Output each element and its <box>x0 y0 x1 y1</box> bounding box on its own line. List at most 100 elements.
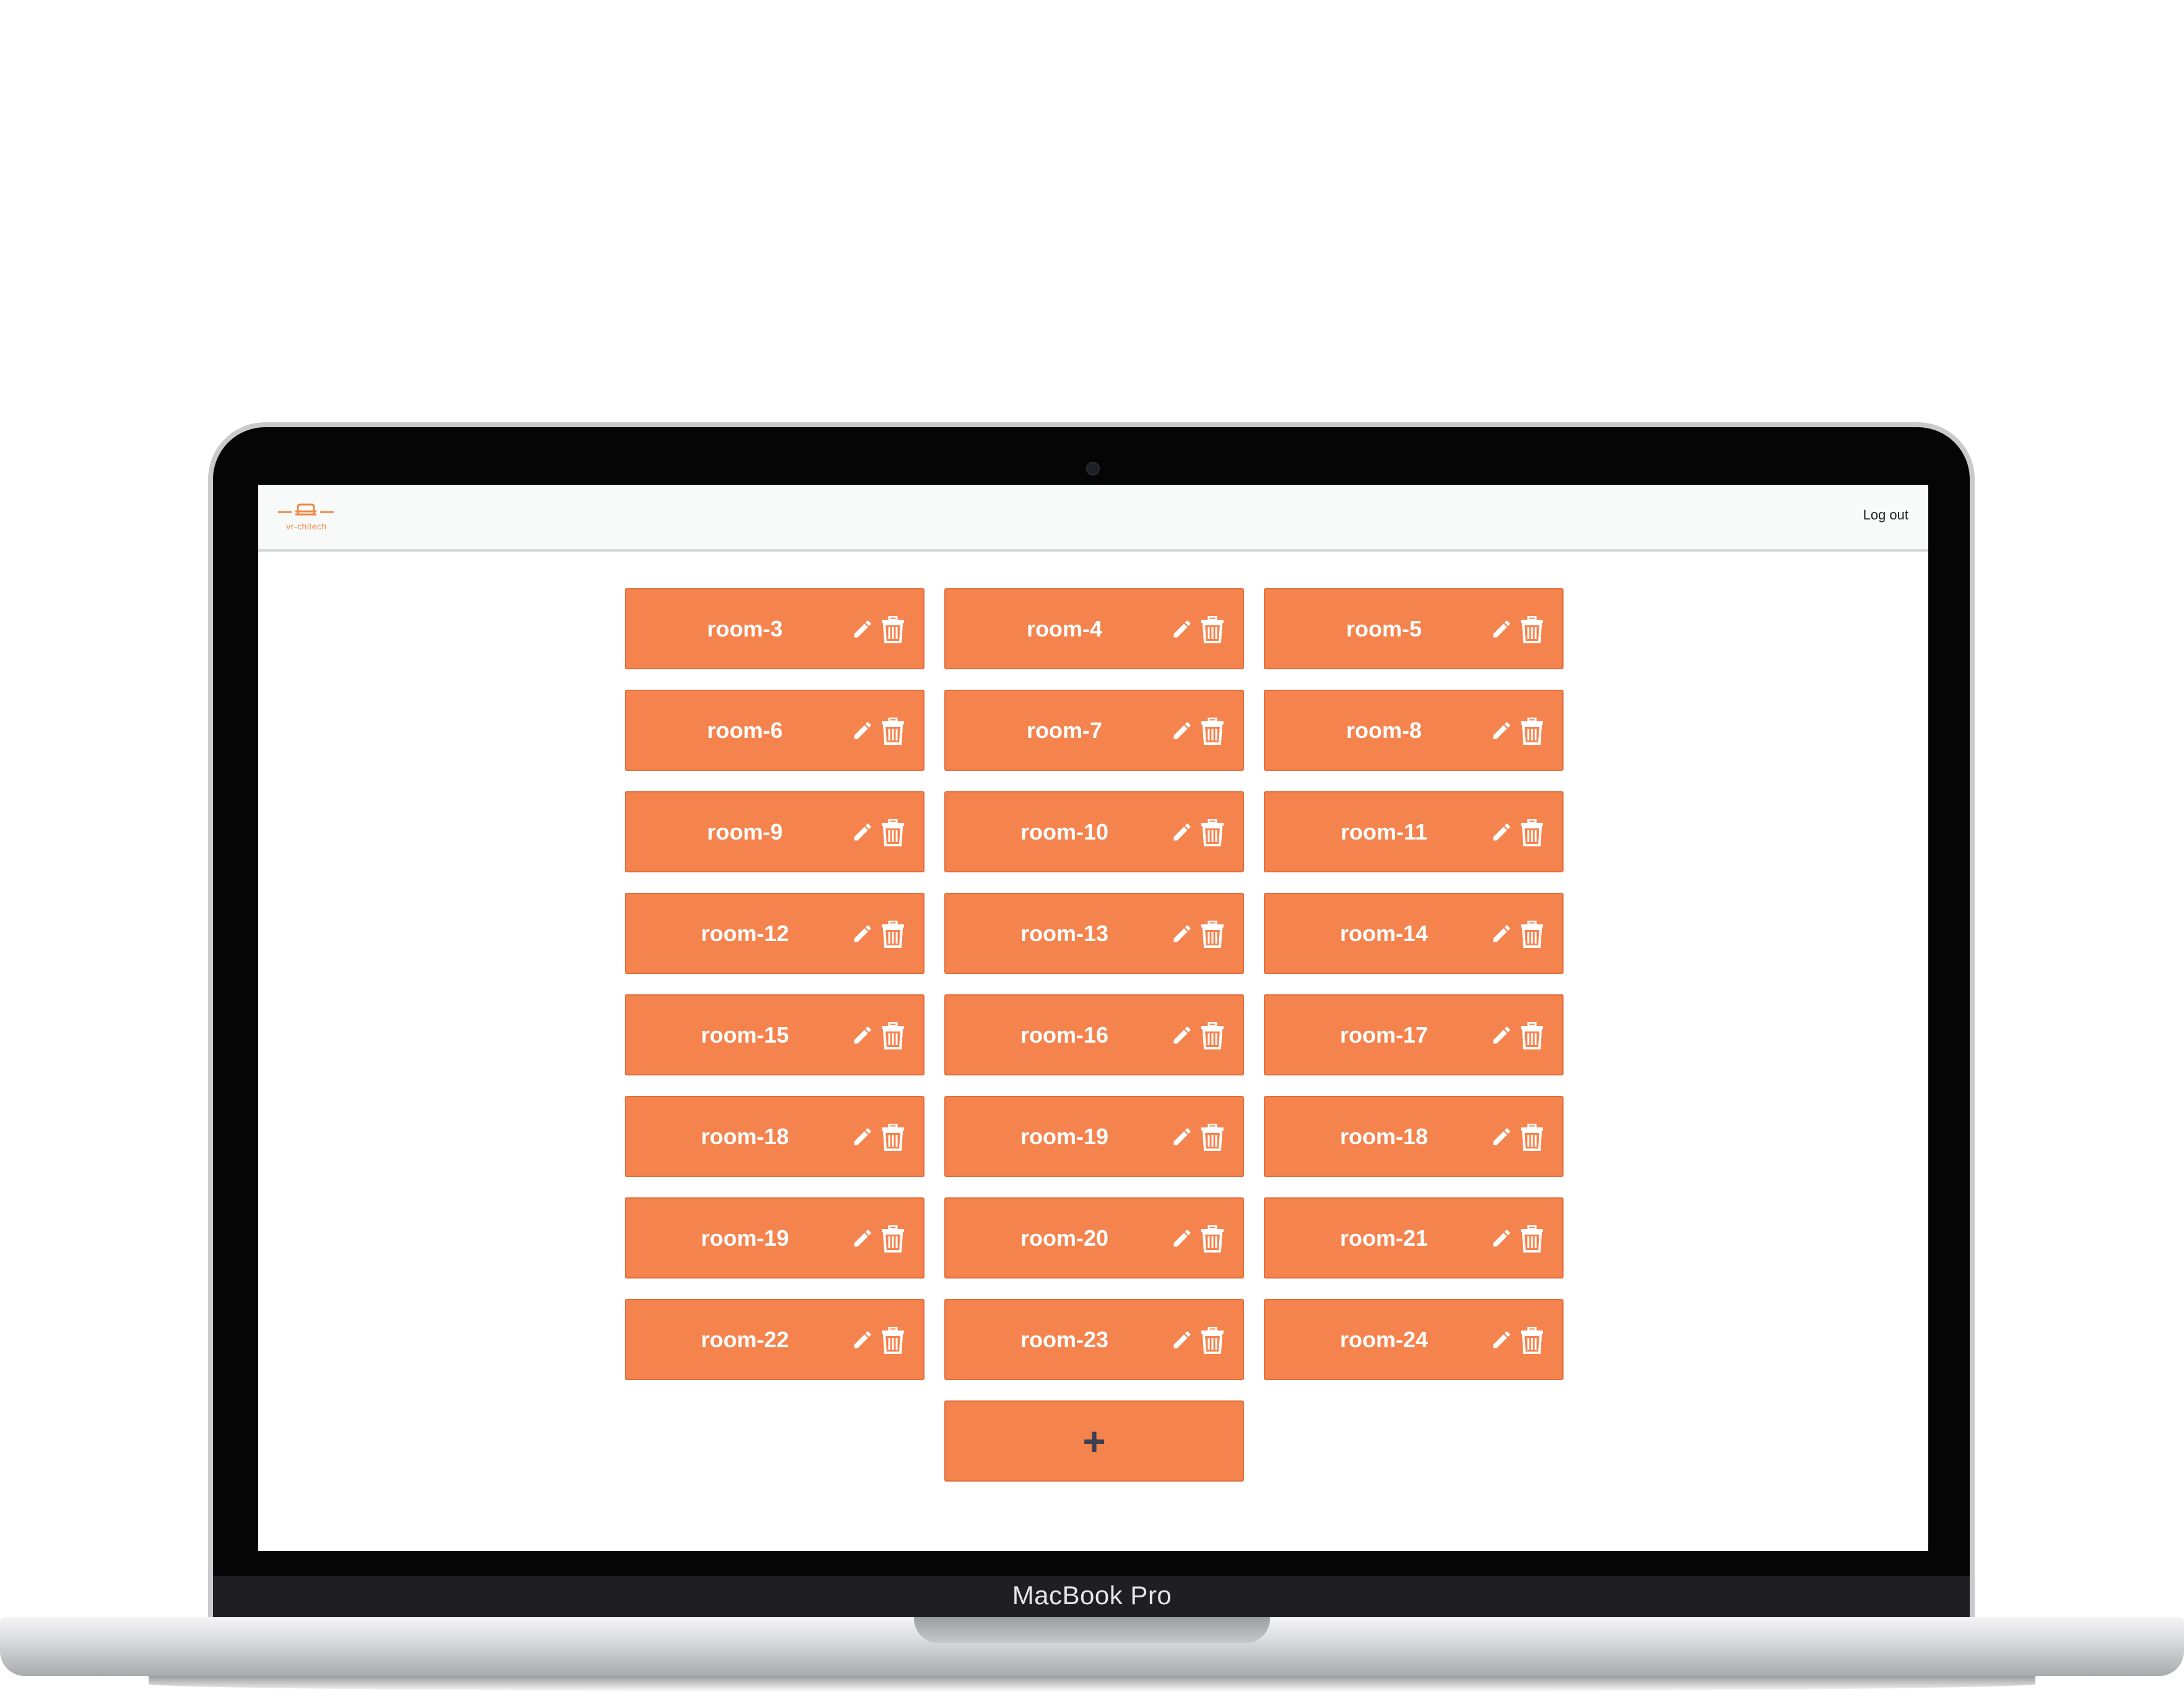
trash-icon[interactable] <box>1520 718 1544 745</box>
trash-icon[interactable] <box>1201 616 1224 643</box>
room-name[interactable]: room-19 <box>626 1199 864 1277</box>
room-name[interactable]: room-4 <box>946 589 1183 668</box>
room-name[interactable]: room-10 <box>946 792 1183 871</box>
room-name[interactable]: room-8 <box>1265 691 1503 770</box>
room-card[interactable]: room-8 <box>1264 690 1564 771</box>
room-card[interactable]: room-22 <box>625 1299 925 1380</box>
room-card[interactable]: room-7 <box>944 690 1244 771</box>
trash-icon[interactable] <box>1520 1022 1544 1049</box>
pencil-icon[interactable] <box>851 821 874 843</box>
room-card[interactable]: room-18 <box>625 1096 925 1177</box>
pencil-icon[interactable] <box>1171 923 1193 945</box>
room-name[interactable]: room-12 <box>626 894 864 973</box>
room-name[interactable]: room-14 <box>1265 894 1503 973</box>
pencil-icon[interactable] <box>851 719 874 742</box>
pencil-icon[interactable] <box>1490 1227 1513 1249</box>
trash-icon[interactable] <box>1520 819 1544 846</box>
trash-icon[interactable] <box>1201 819 1224 846</box>
room-card[interactable]: room-12 <box>625 893 925 974</box>
room-card[interactable]: room-24 <box>1264 1299 1564 1380</box>
pencil-icon[interactable] <box>851 1329 874 1351</box>
room-name[interactable]: room-7 <box>946 691 1183 770</box>
pencil-icon[interactable] <box>1171 1227 1193 1249</box>
pencil-icon[interactable] <box>1490 618 1513 640</box>
room-card[interactable]: room-13 <box>944 893 1244 974</box>
room-name[interactable]: room-11 <box>1265 792 1503 871</box>
pencil-icon[interactable] <box>851 1024 874 1046</box>
pencil-icon[interactable] <box>1490 821 1513 843</box>
trash-icon[interactable] <box>1201 921 1224 948</box>
trash-icon[interactable] <box>881 921 905 948</box>
trash-icon[interactable] <box>881 1327 905 1354</box>
trash-icon[interactable] <box>1520 921 1544 948</box>
trash-icon[interactable] <box>881 1022 905 1049</box>
pencil-icon[interactable] <box>1171 1024 1193 1046</box>
room-name[interactable]: room-17 <box>1265 996 1503 1074</box>
pencil-icon[interactable] <box>1490 1024 1513 1046</box>
room-card[interactable]: room-11 <box>1264 791 1564 872</box>
room-name[interactable]: room-19 <box>946 1097 1183 1176</box>
pencil-icon[interactable] <box>1490 1329 1513 1351</box>
pencil-icon[interactable] <box>851 1126 874 1148</box>
room-name[interactable]: room-18 <box>1265 1097 1503 1176</box>
room-name[interactable]: room-21 <box>1265 1199 1503 1277</box>
room-name[interactable]: room-24 <box>1265 1300 1503 1379</box>
trash-icon[interactable] <box>881 616 905 643</box>
trash-icon[interactable] <box>1201 1124 1224 1151</box>
room-name[interactable]: room-16 <box>946 996 1183 1074</box>
trash-icon[interactable] <box>1201 1225 1224 1253</box>
room-card[interactable]: room-20 <box>944 1197 1244 1279</box>
room-name[interactable]: room-6 <box>626 691 864 770</box>
logout-link[interactable]: Log out <box>1863 507 1908 523</box>
pencil-icon[interactable] <box>1171 1126 1193 1148</box>
room-card[interactable]: room-9 <box>625 791 925 872</box>
room-name[interactable]: room-23 <box>946 1300 1183 1379</box>
pencil-icon[interactable] <box>1171 1329 1193 1351</box>
room-name[interactable]: room-18 <box>626 1097 864 1176</box>
room-card[interactable]: room-6 <box>625 690 925 771</box>
room-card[interactable]: room-14 <box>1264 893 1564 974</box>
room-card[interactable]: room-18 <box>1264 1096 1564 1177</box>
device-label: MacBook Pro <box>1012 1581 1172 1610</box>
trash-icon[interactable] <box>1520 616 1544 643</box>
trash-icon[interactable] <box>1520 1124 1544 1151</box>
room-card[interactable]: room-21 <box>1264 1197 1564 1279</box>
room-card[interactable]: room-4 <box>944 588 1244 669</box>
pencil-icon[interactable] <box>851 923 874 945</box>
trash-icon[interactable] <box>1201 1327 1224 1354</box>
room-card[interactable]: room-3 <box>625 588 925 669</box>
room-name[interactable]: room-5 <box>1265 589 1503 668</box>
add-room-wrapper: + <box>944 1400 1244 1482</box>
trash-icon[interactable] <box>1520 1327 1544 1354</box>
room-name[interactable]: room-13 <box>946 894 1183 973</box>
pencil-icon[interactable] <box>1490 719 1513 742</box>
room-name[interactable]: room-9 <box>626 792 864 871</box>
trash-icon[interactable] <box>1520 1225 1544 1253</box>
room-name[interactable]: room-22 <box>626 1300 864 1379</box>
trash-icon[interactable] <box>881 1225 905 1253</box>
trash-icon[interactable] <box>1201 1022 1224 1049</box>
pencil-icon[interactable] <box>1490 923 1513 945</box>
pencil-icon[interactable] <box>1171 618 1193 640</box>
room-card[interactable]: room-19 <box>625 1197 925 1279</box>
pencil-icon[interactable] <box>851 618 874 640</box>
pencil-icon[interactable] <box>851 1227 874 1249</box>
room-card[interactable]: room-16 <box>944 994 1244 1075</box>
room-card[interactable]: room-5 <box>1264 588 1564 669</box>
room-card[interactable]: room-15 <box>625 994 925 1075</box>
trash-icon[interactable] <box>881 718 905 745</box>
room-name[interactable]: room-15 <box>626 996 864 1074</box>
pencil-icon[interactable] <box>1171 719 1193 742</box>
room-card[interactable]: room-10 <box>944 791 1244 872</box>
add-room-button[interactable]: + <box>944 1400 1244 1482</box>
room-card[interactable]: room-19 <box>944 1096 1244 1177</box>
room-card[interactable]: room-17 <box>1264 994 1564 1075</box>
trash-icon[interactable] <box>1201 718 1224 745</box>
trash-icon[interactable] <box>881 819 905 846</box>
pencil-icon[interactable] <box>1171 821 1193 843</box>
room-name[interactable]: room-20 <box>946 1199 1183 1277</box>
room-card[interactable]: room-23 <box>944 1299 1244 1380</box>
pencil-icon[interactable] <box>1490 1126 1513 1148</box>
room-name[interactable]: room-3 <box>626 589 864 668</box>
trash-icon[interactable] <box>881 1124 905 1151</box>
